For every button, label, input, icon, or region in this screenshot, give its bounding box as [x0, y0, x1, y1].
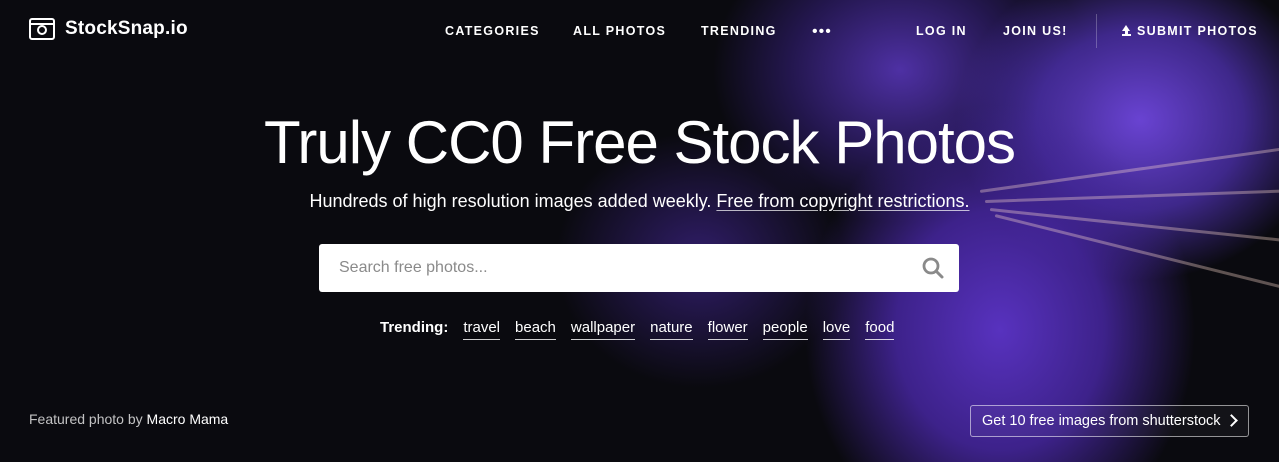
trending-label: Trending:: [380, 319, 449, 336]
hero-subtitle-text: Hundreds of high resolution images added…: [309, 191, 712, 211]
nav-categories[interactable]: CATEGORIES: [445, 24, 540, 38]
chevron-right-icon: [1225, 414, 1238, 427]
trending-tag-travel[interactable]: travel: [463, 319, 501, 340]
camera-icon: [29, 18, 55, 40]
search-input[interactable]: [319, 244, 899, 292]
featured-photo-credit: Featured photo by Macro Mama: [29, 411, 228, 427]
search-bar: [319, 244, 959, 292]
brand-name: StockSnap.io: [65, 18, 188, 39]
trending-tag-wallpaper[interactable]: wallpaper: [570, 319, 636, 340]
trending-tag-flower[interactable]: flower: [707, 319, 748, 340]
upload-icon: [1121, 25, 1132, 36]
more-menu-icon[interactable]: •••: [812, 23, 832, 41]
trending-tags: Trending: travel beach wallpaper nature …: [380, 319, 895, 340]
trending-tag-love[interactable]: love: [822, 319, 851, 340]
shutterstock-promo-label: Get 10 free images from shutterstock: [982, 413, 1221, 429]
brand-logo[interactable]: StockSnap.io: [29, 18, 188, 40]
hero-subtitle: Hundreds of high resolution images added…: [0, 191, 1279, 212]
nav-join[interactable]: JOIN US!: [1003, 24, 1068, 38]
submit-photos-button[interactable]: SUBMIT PHOTOS: [1121, 24, 1258, 38]
featured-author-link[interactable]: Macro Mama: [147, 411, 229, 427]
nav-trending[interactable]: TRENDING: [701, 24, 777, 38]
submit-photos-label: SUBMIT PHOTOS: [1137, 24, 1258, 38]
trending-tag-beach[interactable]: beach: [515, 319, 556, 340]
shutterstock-promo-button[interactable]: Get 10 free images from shutterstock: [970, 405, 1249, 437]
nav-divider: [1096, 14, 1097, 48]
nav-login[interactable]: LOG IN: [916, 24, 967, 38]
hero-background-image: [0, 0, 1279, 462]
search-icon[interactable]: [921, 256, 945, 280]
featured-prefix: Featured photo by: [29, 411, 143, 427]
copyright-link[interactable]: Free from copyright restrictions.: [716, 191, 969, 211]
nav-all-photos[interactable]: ALL PHOTOS: [573, 24, 666, 38]
trending-tag-nature[interactable]: nature: [650, 319, 693, 340]
top-navigation: StockSnap.io CATEGORIES ALL PHOTOS TREND…: [0, 0, 1279, 62]
trending-tag-people[interactable]: people: [762, 319, 808, 340]
trending-tag-food[interactable]: food: [865, 319, 895, 340]
hero-title: Truly CC0 Free Stock Photos: [263, 109, 1016, 176]
